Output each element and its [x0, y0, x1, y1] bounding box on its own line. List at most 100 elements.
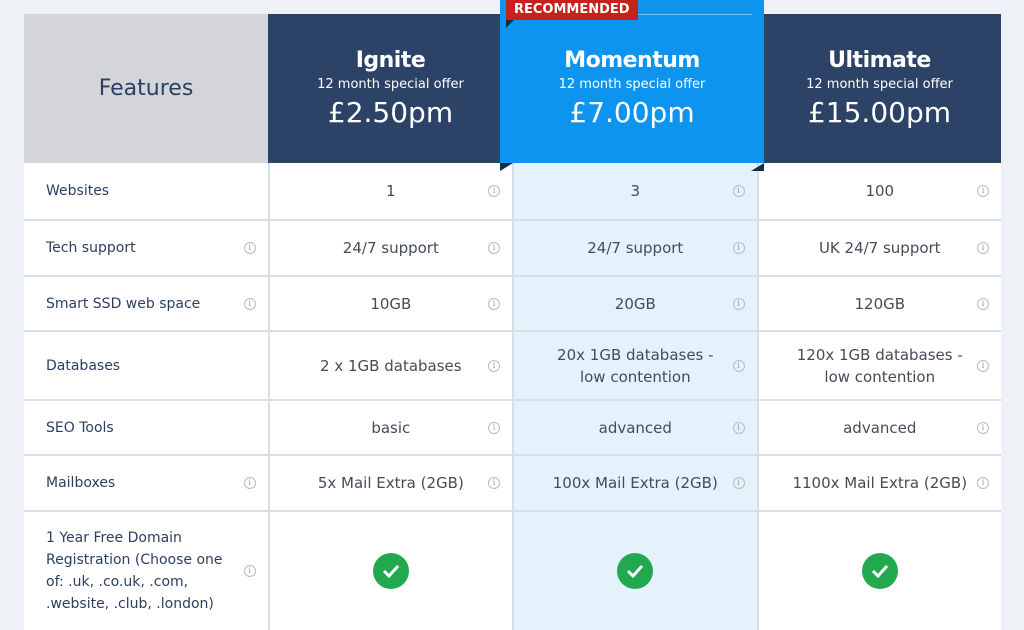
recommended-badge: RECOMMENDED [506, 0, 638, 20]
plan-offer: 12 month special offer [558, 77, 706, 92]
info-icon[interactable]: i [488, 359, 501, 372]
plan-value: 10GB [370, 294, 412, 313]
plan-value: 5x Mail Extra (2GB) [317, 474, 464, 492]
info-icon[interactable]: i [732, 242, 745, 254]
plan-cell: 100x Mail Extra (2GB) i [512, 456, 757, 510]
feature-label: Smart SSD web space i [24, 277, 268, 330]
feature-text: Mailboxes [46, 475, 116, 491]
plan-value: 1100x Mail Extra (2GB) [792, 474, 968, 492]
plan-value: 3 [630, 182, 641, 200]
plan-cell [512, 512, 757, 630]
info-icon[interactable]: i [488, 421, 501, 434]
plan-offer: 12 month special offer [317, 77, 464, 92]
feature-label: Websites [24, 163, 268, 219]
feature-label: Tech support i [24, 221, 268, 275]
plan-header-momentum: Momentum 12 month special offer £7.00pm [500, 0, 764, 163]
plan-cell: 100 i [756, 163, 1001, 219]
plan-cell: 120x 1GB databases - low contention i [756, 332, 1001, 399]
plan-value: advanced [843, 418, 917, 437]
info-icon[interactable]: i [488, 185, 501, 197]
info-icon[interactable]: i [243, 565, 256, 577]
plan-cell: advanced i [512, 401, 757, 454]
check-icon [861, 553, 898, 589]
plan-price: £7.00pm [569, 96, 695, 129]
info-icon[interactable]: i [732, 421, 745, 434]
feature-label: Databases [24, 332, 268, 399]
plan-value: 100 [865, 182, 895, 200]
table-row: 1 Year Free Domain Registration (Choose … [24, 510, 1001, 630]
plan-cell: 3i [512, 163, 757, 219]
plan-cell: 1i [267, 163, 512, 219]
info-icon[interactable]: i [243, 297, 256, 310]
info-icon[interactable]: i [243, 242, 256, 254]
plan-header-ultimate: Ultimate 12 month special offer £15.00pm [758, 14, 1001, 163]
plan-value: 20GB [614, 294, 656, 313]
plan-value: 2 x 1GB databases [320, 356, 462, 375]
header-fold-right [751, 163, 764, 171]
plan-cell: 1100x Mail Extra (2GB) i [756, 456, 1001, 510]
plan-header-ignite: Ignite 12 month special offer £2.50pm [268, 14, 513, 163]
info-icon[interactable]: i [732, 359, 745, 372]
info-icon[interactable]: i [732, 477, 745, 489]
info-icon[interactable]: i [977, 359, 989, 372]
info-icon[interactable]: i [977, 421, 989, 434]
info-icon[interactable]: i [977, 297, 989, 310]
plan-cell: 120GB i [756, 277, 1001, 330]
plan-value: UK 24/7 support [818, 239, 941, 257]
plan-cell: advanced i [756, 401, 1001, 454]
plan-name: Momentum [564, 48, 700, 73]
info-icon[interactable]: i [732, 185, 745, 197]
feature-text: Smart SSD web space [46, 295, 201, 312]
plan-name: Ultimate [828, 48, 931, 73]
info-icon[interactable]: i [977, 477, 989, 489]
plan-value: 20x 1GB databases - low contention [557, 345, 714, 386]
feature-label: SEO Tools [24, 401, 268, 454]
info-icon[interactable]: i [243, 477, 256, 489]
feature-text: SEO Tools [46, 419, 114, 436]
features-title: Features [98, 76, 194, 101]
check-icon [617, 553, 654, 589]
plan-value: basic [371, 418, 411, 437]
table-row: Databases 2 x 1GB databases i 20x 1GB datab… [24, 330, 1001, 399]
plan-cell: 24/7 support i [512, 221, 757, 275]
plan-cell: 5x Mail Extra (2GB) i [267, 456, 512, 510]
plan-value: 1 [386, 182, 396, 200]
plan-offer: 12 month special offer [806, 77, 953, 92]
feature-label: Mailboxes i [24, 456, 268, 510]
info-icon[interactable]: i [488, 297, 501, 310]
plan-value: 120x 1GB databases - low contention [796, 345, 963, 386]
table-row: Smart SSD web space i 10GB i 20GB i 120GB i [24, 275, 1001, 330]
plan-cell: 20x 1GB databases - low contention i [512, 332, 757, 399]
plan-cell: 24/7 support i [267, 221, 512, 275]
info-icon[interactable]: i [732, 297, 745, 310]
plan-value: 24/7 support [342, 239, 439, 257]
plan-price: £2.50pm [327, 96, 454, 129]
plan-cell: UK 24/7 support i [756, 221, 1001, 275]
badge-fold [506, 20, 514, 28]
plan-value: 120GB [854, 294, 906, 313]
plan-cell: basic i [267, 401, 512, 454]
info-icon[interactable]: i [977, 242, 989, 254]
comparison-table: Websites 1 i 3 i 100 i Tech support i 24/7 suppor… [24, 163, 1001, 630]
plan-price: £15.00pm [807, 96, 952, 129]
table-row: Mailboxes i 5x Mail Extra (2GB) i 100x Mail … [24, 454, 1001, 510]
check-icon [372, 553, 409, 589]
feature-text: Websites [46, 183, 110, 199]
plan-cell: 10GB i [267, 277, 512, 330]
divider [630, 14, 752, 15]
table-row: SEO Tools basic i advanced i advanced i [24, 399, 1001, 454]
feature-text: 1 Year Free Domain Registration (Choose … [46, 530, 223, 612]
plan-cell [756, 512, 1001, 630]
table-row: Tech support i 24/7 support i 24/7 support i U… [24, 219, 1001, 275]
plan-cell: 20GB i [512, 277, 757, 330]
plan-name: Ignite [355, 48, 426, 73]
feature-label: 1 Year Free Domain Registration (Choose … [24, 512, 268, 630]
feature-text: Tech support [46, 240, 136, 256]
plan-cell [267, 512, 512, 630]
info-icon[interactable]: i [488, 477, 501, 489]
feature-text: Databases [46, 357, 121, 374]
header-fold-left [500, 163, 513, 171]
info-icon[interactable]: i [977, 185, 989, 197]
table-row: Websites 1 i 3 i 100 i [24, 163, 1001, 219]
info-icon[interactable]: i [488, 242, 501, 254]
